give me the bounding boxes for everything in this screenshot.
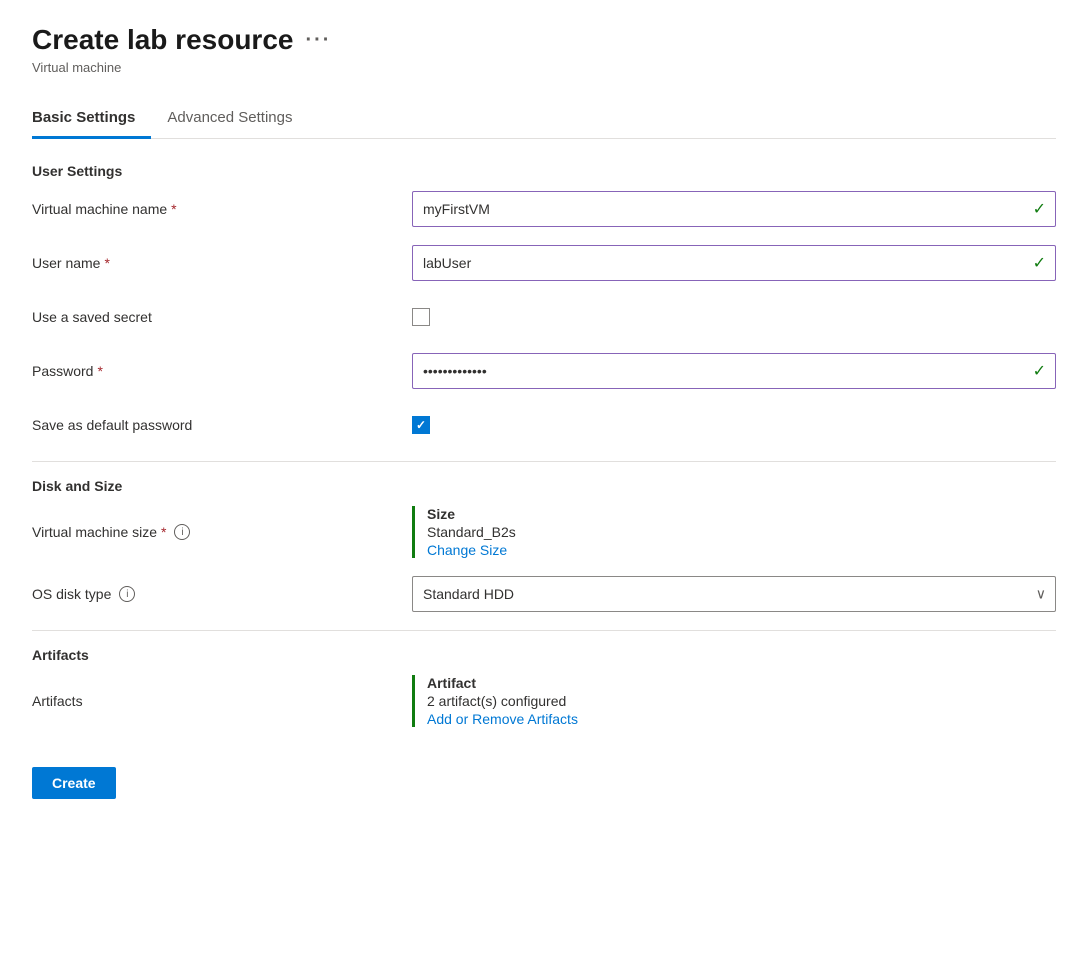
save-default-password-row: Save as default password <box>32 407 1056 443</box>
vm-size-info-icon[interactable]: i <box>174 524 190 540</box>
artifacts-control: Artifact 2 artifact(s) configured Add or… <box>412 675 1056 727</box>
artifact-heading: Artifact <box>427 675 1056 691</box>
os-disk-info-icon[interactable]: i <box>119 586 135 602</box>
page-subtitle: Virtual machine <box>32 60 1056 75</box>
tabs-bar: Basic Settings Advanced Settings <box>32 99 1056 139</box>
os-disk-type-control: Standard HDD Standard SSD Premium SSD ∨ <box>412 576 1056 612</box>
vm-name-input[interactable] <box>412 191 1056 227</box>
section-disk-size: Disk and Size <box>32 478 1056 494</box>
username-row: User name * ✓ <box>32 245 1056 281</box>
page-title-text: Create lab resource <box>32 24 293 56</box>
size-card: Size Standard_B2s Change Size <box>412 506 1056 558</box>
os-disk-type-dropdown[interactable]: Standard HDD Standard SSD Premium SSD <box>412 576 1056 612</box>
username-check-icon: ✓ <box>1033 253 1046 273</box>
tab-basic-settings[interactable]: Basic Settings <box>32 99 151 139</box>
save-default-password-control <box>412 416 1056 434</box>
password-label: Password * <box>32 363 412 379</box>
password-row: Password * ✓ <box>32 353 1056 389</box>
size-heading: Size <box>427 506 1056 522</box>
os-disk-type-row: OS disk type i Standard HDD Standard SSD… <box>32 576 1056 612</box>
vm-name-label: Virtual machine name * <box>32 201 412 217</box>
vm-name-check-icon: ✓ <box>1033 199 1046 219</box>
required-star-vm-size: * <box>161 524 166 540</box>
save-default-password-checkbox[interactable] <box>412 416 430 434</box>
username-input[interactable] <box>412 245 1056 281</box>
vm-size-row: Virtual machine size * i Size Standard_B… <box>32 506 1056 558</box>
vm-size-label: Virtual machine size * i <box>32 524 412 540</box>
artifact-card: Artifact 2 artifact(s) configured Add or… <box>412 675 1056 727</box>
section-artifacts: Artifacts <box>32 647 1056 663</box>
password-control: ✓ <box>412 353 1056 389</box>
saved-secret-row: Use a saved secret <box>32 299 1056 335</box>
vm-name-control: ✓ <box>412 191 1056 227</box>
more-options-button[interactable]: ··· <box>305 29 331 52</box>
artifact-count: 2 artifact(s) configured <box>427 693 1056 709</box>
tab-advanced-settings[interactable]: Advanced Settings <box>167 99 308 139</box>
password-check-icon: ✓ <box>1033 361 1046 381</box>
username-label: User name * <box>32 255 412 271</box>
os-disk-dropdown-wrapper: Standard HDD Standard SSD Premium SSD ∨ <box>412 576 1056 612</box>
divider-2 <box>32 630 1056 631</box>
required-star-vm-name: * <box>171 201 176 217</box>
artifacts-label: Artifacts <box>32 693 412 709</box>
vm-size-control: Size Standard_B2s Change Size <box>412 506 1056 558</box>
required-star-password: * <box>97 363 102 379</box>
password-input[interactable] <box>412 353 1056 389</box>
section-user-settings: User Settings <box>32 163 1056 179</box>
size-value: Standard_B2s <box>427 524 1056 540</box>
action-buttons: Create <box>32 751 1056 799</box>
page-title: Create lab resource ··· <box>32 24 331 56</box>
save-default-password-label: Save as default password <box>32 417 412 433</box>
change-size-link[interactable]: Change Size <box>427 542 1056 558</box>
saved-secret-checkbox[interactable] <box>412 308 430 326</box>
required-star-username: * <box>104 255 109 271</box>
saved-secret-control <box>412 308 1056 326</box>
create-button[interactable]: Create <box>32 767 116 799</box>
os-disk-type-label: OS disk type i <box>32 586 412 602</box>
artifacts-row: Artifacts Artifact 2 artifact(s) configu… <box>32 675 1056 727</box>
divider-1 <box>32 461 1056 462</box>
saved-secret-label: Use a saved secret <box>32 309 412 325</box>
add-remove-artifacts-link[interactable]: Add or Remove Artifacts <box>427 711 1056 727</box>
vm-name-row: Virtual machine name * ✓ <box>32 191 1056 227</box>
username-control: ✓ <box>412 245 1056 281</box>
